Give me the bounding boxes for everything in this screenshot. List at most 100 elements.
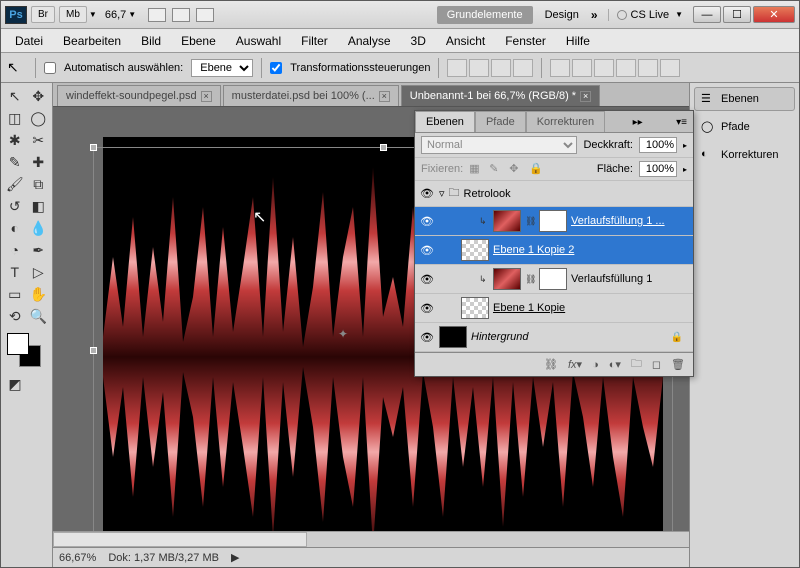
zoom-level[interactable]: 66,7 xyxy=(105,9,126,21)
status-doc[interactable]: Dok: 1,37 MB/3,27 MB xyxy=(108,552,219,564)
panel-button-korrekturen[interactable]: ◐Korrekturen xyxy=(694,143,795,167)
mask-thumb[interactable] xyxy=(539,268,567,290)
autoselect-checkbox[interactable] xyxy=(44,62,56,74)
lock-brush-icon[interactable]: ✎ xyxy=(489,162,503,176)
menu-filter[interactable]: Filter xyxy=(293,31,336,51)
eraser-tool[interactable]: ◧ xyxy=(27,195,51,217)
layer-name[interactable]: Ebene 1 Kopie 2 xyxy=(493,244,689,256)
brush-tool[interactable]: 🖌 xyxy=(3,173,27,195)
layer-name[interactable]: Verlaufsfüllung 1 ... xyxy=(571,215,689,227)
minibridge-button[interactable]: Mb xyxy=(59,6,87,23)
link-icon[interactable]: ⛓ xyxy=(525,216,535,227)
layer-row[interactable]: 👁 ↳ ⛓ Verlaufsfüllung 1 xyxy=(415,265,693,294)
visibility-icon[interactable]: 👁 xyxy=(419,331,435,344)
trash-icon[interactable]: 🗑 xyxy=(671,358,685,371)
blur-tool[interactable]: 💧 xyxy=(27,217,51,239)
fill-input[interactable] xyxy=(639,161,677,177)
lock-all-icon[interactable]: 🔒 xyxy=(529,162,543,176)
distribute-icon[interactable] xyxy=(638,59,658,77)
panel-button-ebenen[interactable]: ☰Ebenen xyxy=(694,87,795,111)
panel-button-pfade[interactable]: ◯Pfade xyxy=(694,115,795,139)
dropdown-icon[interactable]: ▼ xyxy=(128,10,136,19)
stamp-tool[interactable]: ⧉ xyxy=(27,173,51,195)
align-icon[interactable] xyxy=(447,59,467,77)
maximize-button[interactable]: ☐ xyxy=(723,6,751,23)
cslive-button[interactable]: CS Live ▼ xyxy=(608,9,683,21)
align-icon[interactable] xyxy=(513,59,533,77)
layer-row[interactable]: 👁 Ebene 1 Kopie 2 xyxy=(415,236,693,265)
layer-row[interactable]: 👁 ↳ ⛓ Verlaufsfüllung 1 ... xyxy=(415,207,693,236)
hscrollbar[interactable] xyxy=(53,531,689,547)
close-icon[interactable]: × xyxy=(580,91,591,102)
link-icon[interactable]: ⛓ xyxy=(525,274,535,285)
adjustment-icon[interactable]: ◐▾ xyxy=(609,358,621,371)
fx-icon[interactable]: fx▾ xyxy=(568,358,582,371)
layer-thumb[interactable] xyxy=(461,297,489,319)
panel-tab-ebenen[interactable]: Ebenen xyxy=(415,111,475,132)
workspace-active[interactable]: Grundelemente xyxy=(437,6,533,24)
distribute-icon[interactable] xyxy=(660,59,680,77)
gradient-tool[interactable]: ◐ xyxy=(3,217,27,239)
menu-hilfe[interactable]: Hilfe xyxy=(558,31,598,51)
visibility-icon[interactable]: 👁 xyxy=(419,215,435,228)
visibility-icon[interactable]: 👁 xyxy=(419,273,435,286)
quickmask-tool[interactable]: ◩ xyxy=(3,373,27,395)
status-zoom[interactable]: 66,67% xyxy=(59,552,96,564)
transform-checkbox[interactable] xyxy=(270,62,282,74)
visibility-icon[interactable]: 👁 xyxy=(419,244,435,257)
close-button[interactable]: ✕ xyxy=(753,6,795,23)
color-swatch[interactable] xyxy=(7,333,41,367)
menu-ebene[interactable]: Ebene xyxy=(173,31,224,51)
layer-thumb[interactable] xyxy=(493,210,521,232)
heal-tool[interactable]: ✚ xyxy=(27,151,51,173)
panel-collapse-icon[interactable]: ▸▸ xyxy=(627,113,649,132)
layer-name[interactable]: Hintergrund xyxy=(471,331,667,343)
distribute-icon[interactable] xyxy=(594,59,614,77)
zoom-tool[interactable]: 🔍 xyxy=(27,305,51,327)
distribute-icon[interactable] xyxy=(572,59,592,77)
doc-tab[interactable]: windeffekt-soundpegel.psd× xyxy=(57,85,221,106)
move-tool[interactable]: ↖ xyxy=(3,85,27,107)
align-icon[interactable] xyxy=(491,59,511,77)
menu-datei[interactable]: Datei xyxy=(7,31,51,51)
move-tool-alt[interactable]: ✥ xyxy=(27,85,51,107)
crop-tool[interactable]: ✂ xyxy=(27,129,51,151)
dodge-tool[interactable]: ◔ xyxy=(3,239,27,261)
menu-fenster[interactable]: Fenster xyxy=(497,31,554,51)
lock-pixels-icon[interactable]: ▦ xyxy=(469,162,483,176)
workspace-other[interactable]: Design xyxy=(537,6,587,24)
lock-position-icon[interactable]: ✥ xyxy=(509,162,523,176)
type-tool[interactable]: T xyxy=(3,261,27,283)
mask-icon[interactable]: ◑ xyxy=(592,359,599,371)
lasso-tool[interactable]: ◯ xyxy=(27,107,51,129)
layer-name[interactable]: Verlaufsfüllung 1 xyxy=(571,273,689,285)
layer-group[interactable]: 👁 ▿ 🗀 Retrolook xyxy=(415,181,693,207)
marquee-tool[interactable]: ◫ xyxy=(3,107,27,129)
dropdown-icon[interactable]: ▸ xyxy=(683,141,687,150)
visibility-icon[interactable]: 👁 xyxy=(419,302,435,315)
dropdown-icon[interactable]: ▼ xyxy=(89,10,97,19)
panel-tab-korrekturen[interactable]: Korrekturen xyxy=(526,111,605,132)
layer-row[interactable]: 👁 Ebene 1 Kopie xyxy=(415,294,693,323)
move-tool-icon[interactable]: ↖ xyxy=(7,59,27,76)
distribute-icon[interactable] xyxy=(616,59,636,77)
eyedropper-tool[interactable]: ✎ xyxy=(3,151,27,173)
align-icon[interactable] xyxy=(469,59,489,77)
visibility-icon[interactable]: 👁 xyxy=(419,187,435,200)
blend-mode-select[interactable]: Normal xyxy=(421,136,577,154)
new-layer-icon[interactable]: ◻ xyxy=(652,358,661,371)
doc-tab[interactable]: musterdatei.psd bei 100% (...× xyxy=(223,85,399,106)
workspace-more-icon[interactable]: » xyxy=(591,8,598,22)
status-arrow-icon[interactable]: ▶ xyxy=(231,551,239,564)
screenmode-icon[interactable] xyxy=(172,8,190,22)
rotate-tool[interactable]: ⟲ xyxy=(3,305,27,327)
close-icon[interactable]: × xyxy=(379,91,390,102)
opacity-input[interactable] xyxy=(639,137,677,153)
layer-thumb[interactable] xyxy=(493,268,521,290)
arrange-icon[interactable] xyxy=(148,8,166,22)
group-icon[interactable]: 🗀 xyxy=(631,355,642,374)
layer-thumb[interactable] xyxy=(439,326,467,348)
distribute-icon[interactable] xyxy=(550,59,570,77)
hand-tool[interactable]: ✋ xyxy=(27,283,51,305)
wand-tool[interactable]: ✱ xyxy=(3,129,27,151)
